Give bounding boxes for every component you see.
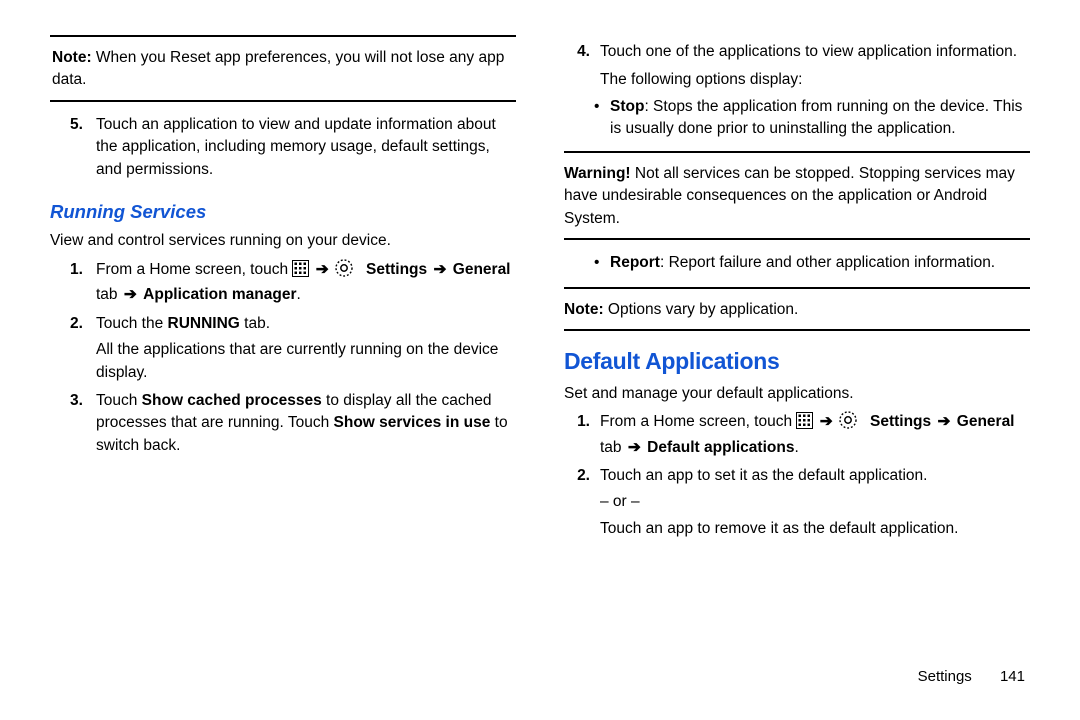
page-footer: Settings 141 [918,668,1025,685]
bullet-text: Stop: Stops the application from running… [610,96,1030,141]
step-text: From a Home screen, touch ➔ Settings ➔ G… [96,259,516,307]
arrow-icon: ➔ [122,286,139,303]
arrow-icon: ➔ [626,439,643,456]
step-number: 3. [70,390,96,457]
step-number: 1. [70,259,96,307]
bullet-icon: • [594,252,610,274]
defapp-label: Default applications [647,439,794,456]
warning-label: Warning! [564,165,631,182]
note-label: Note: [564,301,604,318]
bullet-stop: • Stop: Stops the application from runni… [594,96,1030,141]
rule [564,151,1030,153]
step-text: Touch Show cached processes to display a… [96,390,516,457]
step-number: 4. [564,41,600,92]
step-number: 2. [70,313,96,384]
text-part: : Stops the application from running on … [610,98,1022,137]
step-text: Touch an app to set it as the default ap… [600,465,1030,540]
settings-icon [839,411,857,436]
report-label: Report [610,254,660,271]
general-label: General [957,413,1015,430]
step-text: Touch one of the applications to view ap… [600,41,1030,92]
warning-block: Warning! Not all services can be stopped… [564,163,1030,230]
note-label: Note: [52,49,92,66]
step-text: Touch an application to view and update … [96,114,516,181]
warning-text: Not all services can be stopped. Stoppin… [564,165,1015,227]
heading-running-services: Running Services [50,199,516,226]
or-separator: – or – [600,491,1030,513]
default-intro: Set and manage your default applications… [564,383,1030,405]
text-part: Touch the [96,315,168,332]
text-part: From a Home screen, touch [600,413,796,430]
step-4: 4. Touch one of the applications to view… [564,41,1030,92]
settings-label: Settings [366,261,427,278]
manual-page: Note: When you Reset app preferences, yo… [0,0,1080,720]
show-cached-label: Show cached processes [142,392,322,409]
note-text: Options vary by application. [608,301,798,318]
settings-icon [335,259,353,284]
rule [564,329,1030,331]
text-part: tab [96,286,122,303]
running-intro: View and control services running on you… [50,230,516,252]
step-text: From a Home screen, touch ➔ Settings ➔ G… [600,411,1030,459]
note-block: Note: When you Reset app preferences, yo… [50,47,516,92]
heading-default-applications: Default Applications [564,345,1030,378]
note-text: When you Reset app preferences, you will… [52,49,504,88]
rule [564,287,1030,289]
left-column: Note: When you Reset app preferences, yo… [50,35,516,680]
step4-line1: Touch one of the applications to view ap… [600,41,1030,63]
d2-line2: Touch an app to remove it as the default… [600,518,1030,540]
step-text: Touch the RUNNING tab. All the applicati… [96,313,516,384]
text-part: tab [600,439,626,456]
running-step-2: 2. Touch the RUNNING tab. All the applic… [70,313,516,384]
step-number: 5. [70,114,96,181]
general-label: General [453,261,511,278]
text-part: From a Home screen, touch [96,261,292,278]
text-part: tab. [240,315,270,332]
default-step-1: 1. From a Home screen, touch ➔ Settings … [564,411,1030,459]
d2-line1: Touch an app to set it as the default ap… [600,465,1030,487]
note2-block: Note: Options vary by application. [564,299,1030,321]
bullet-icon: • [594,96,610,141]
text-part: : Report failure and other application i… [660,254,995,271]
step-number: 2. [564,465,600,540]
arrow-icon: ➔ [314,261,331,278]
settings-label: Settings [870,413,931,430]
page-number: 141 [1000,668,1025,685]
running-step-1: 1. From a Home screen, touch ➔ Settings … [70,259,516,307]
arrow-icon: ➔ [431,261,448,278]
apps-icon [292,260,309,284]
footer-section: Settings [918,668,972,685]
arrow-icon: ➔ [935,413,952,430]
stop-label: Stop [610,98,644,115]
text-part: Touch [96,392,142,409]
step-continuation: All the applications that are currently … [96,339,516,384]
running-tab-label: RUNNING [168,315,240,332]
bullet-text: Report: Report failure and other applica… [610,252,995,274]
arrow-icon: ➔ [818,413,835,430]
step-number: 1. [564,411,600,459]
step-5: 5. Touch an application to view and upda… [70,114,516,181]
rule [50,35,516,37]
bullet-report: • Report: Report failure and other appli… [594,252,1030,274]
apps-icon [796,412,813,436]
show-services-label: Show services in use [334,414,491,431]
appmgr-label: Application manager [143,286,296,303]
rule [564,238,1030,240]
step4-line2: The following options display: [600,69,1030,91]
running-step-3: 3. Touch Show cached processes to displa… [70,390,516,457]
default-step-2: 2. Touch an app to set it as the default… [564,465,1030,540]
right-column: 4. Touch one of the applications to view… [564,35,1030,680]
rule [50,100,516,102]
